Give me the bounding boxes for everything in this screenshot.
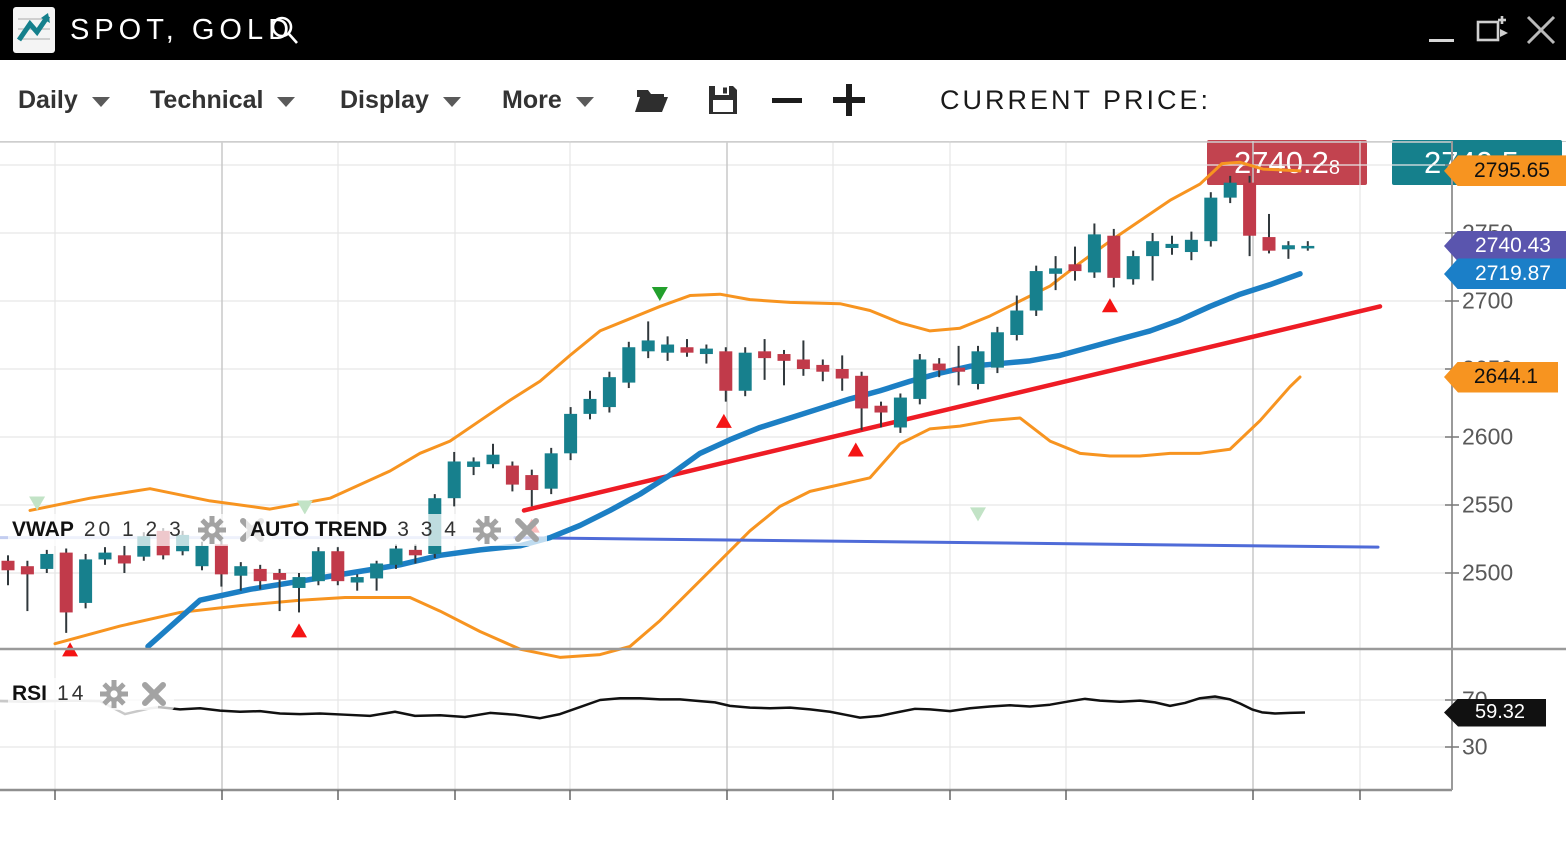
window-title: SPOT, GOLD xyxy=(70,0,294,60)
price-axis-label: 2600 xyxy=(1462,424,1513,451)
auto-trend-legend: AUTO TREND 3 3 4 xyxy=(246,514,547,546)
vwap-legend-name: VWAP xyxy=(12,518,74,542)
menu-more-label: More xyxy=(502,86,562,115)
chevron-down-icon xyxy=(443,97,461,107)
app-logo-icon xyxy=(13,7,55,53)
price-axis-label: 2700 xyxy=(1462,288,1513,315)
menu-display-label: Display xyxy=(340,86,429,115)
rsi-legend: RSI 14 xyxy=(8,678,174,710)
current-price-label: CURRENT PRICE: xyxy=(940,60,1211,140)
rsi-value-tag: 59.32 xyxy=(1444,699,1546,727)
save-icon[interactable] xyxy=(706,60,740,140)
rsi-axis-label: 30 xyxy=(1462,734,1488,761)
price-axis-label: 2550 xyxy=(1462,492,1513,519)
price-tag: 2740.43 xyxy=(1444,231,1566,262)
rsi-legend-name: RSI xyxy=(12,682,47,706)
auto-trend-legend-params: 3 3 4 xyxy=(397,518,459,542)
menu-timeframe[interactable]: Daily xyxy=(18,60,110,140)
price-tag: 2719.87 xyxy=(1444,258,1566,289)
price-tag: 2795.65 xyxy=(1444,155,1566,186)
menu-technical-label: Technical xyxy=(150,86,263,115)
search-icon[interactable] xyxy=(268,13,302,52)
chart-area[interactable]: 2800275027002650260025502500703021Sept71… xyxy=(0,141,1566,848)
zoom-in-icon[interactable] xyxy=(831,60,867,140)
menu-technical[interactable]: Technical xyxy=(150,60,295,140)
open-file-icon[interactable] xyxy=(634,60,672,140)
rsi-legend-params: 14 xyxy=(57,682,86,706)
minimize-button[interactable] xyxy=(1420,0,1464,60)
chevron-down-icon xyxy=(92,97,110,107)
price-axis-label: 2500 xyxy=(1462,560,1513,587)
auto-trend-settings-gear-icon[interactable] xyxy=(473,516,501,544)
chevron-down-icon xyxy=(277,97,295,107)
toolbar: Daily Technical Display More xyxy=(0,60,1566,142)
vwap-legend: VWAP 20 1 2 3 xyxy=(8,514,272,546)
menu-more[interactable]: More xyxy=(502,60,594,140)
rsi-settings-gear-icon[interactable] xyxy=(100,680,128,708)
popout-button[interactable] xyxy=(1468,0,1516,60)
close-button[interactable] xyxy=(1516,0,1566,60)
chevron-down-icon xyxy=(576,97,594,107)
price-tag: 2644.1 xyxy=(1444,362,1558,393)
trading-app-window: SPOT, GOLD Daily xyxy=(0,0,1566,848)
zoom-out-icon[interactable] xyxy=(770,60,804,140)
menu-display[interactable]: Display xyxy=(340,60,461,140)
auto-trend-remove-icon[interactable] xyxy=(515,518,539,542)
title-bar: SPOT, GOLD xyxy=(0,0,1566,60)
rsi-remove-icon[interactable] xyxy=(142,682,166,706)
vwap-settings-gear-icon[interactable] xyxy=(198,516,226,544)
menu-timeframe-label: Daily xyxy=(18,86,78,115)
vwap-legend-params: 20 1 2 3 xyxy=(84,518,184,542)
auto-trend-legend-name: AUTO TREND xyxy=(250,518,387,542)
